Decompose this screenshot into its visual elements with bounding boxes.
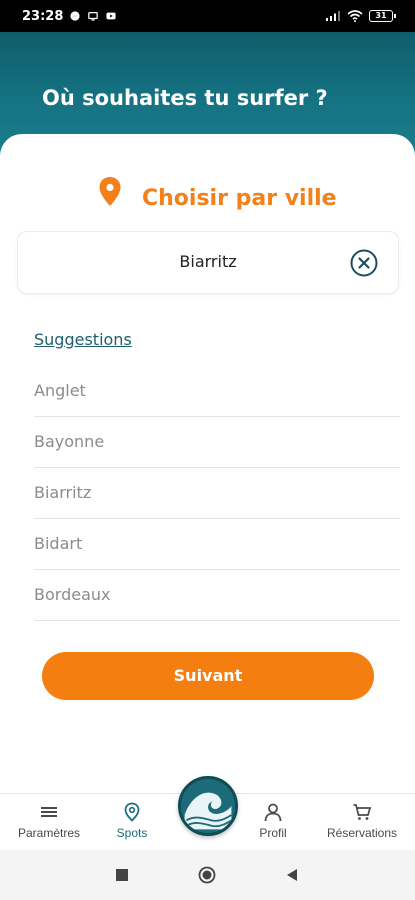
wave-logo-icon bbox=[184, 792, 232, 830]
location-pin-icon bbox=[99, 176, 121, 206]
picker-title: Choisir par ville bbox=[142, 186, 337, 211]
status-time: 23:28 bbox=[22, 8, 64, 24]
suggestion-item-bayonne[interactable]: Bayonne bbox=[34, 417, 400, 468]
page-title: Où souhaites tu surfer ? bbox=[42, 86, 328, 110]
next-button[interactable]: Suivant bbox=[42, 652, 374, 700]
battery-icon: 31 bbox=[369, 10, 396, 22]
suggestions-heading: Suggestions bbox=[34, 330, 132, 349]
screen-icon bbox=[88, 12, 99, 21]
nav-item-reservations[interactable]: Réservations bbox=[320, 802, 404, 840]
location-pin-icon bbox=[124, 802, 140, 822]
nav-item-spots[interactable]: Spots bbox=[108, 802, 156, 840]
back-icon[interactable] bbox=[285, 868, 299, 882]
wifi-icon bbox=[347, 10, 363, 22]
home-icon[interactable] bbox=[198, 866, 216, 884]
menu-icon bbox=[41, 807, 57, 817]
nav-label-spots: Spots bbox=[116, 826, 148, 840]
system-nav-bar bbox=[0, 850, 415, 900]
center-logo-button[interactable] bbox=[178, 776, 238, 836]
recents-icon[interactable] bbox=[115, 868, 129, 882]
clear-icon[interactable] bbox=[350, 249, 378, 277]
suggestions-list: Anglet Bayonne Biarritz Bidart Bordeaux bbox=[34, 366, 400, 621]
picker-heading: Choisir par ville bbox=[98, 172, 337, 211]
nav-label-parametres: Paramètres bbox=[17, 826, 81, 840]
nav-label-reservations: Réservations bbox=[326, 826, 398, 840]
city-search-input[interactable]: Biarritz bbox=[17, 231, 399, 294]
suggestion-item-anglet[interactable]: Anglet bbox=[34, 366, 400, 417]
status-left: 23:28 bbox=[22, 9, 117, 24]
nav-item-parametres[interactable]: Paramètres bbox=[12, 802, 86, 840]
suggestion-item-bidart[interactable]: Bidart bbox=[34, 519, 400, 570]
cart-icon bbox=[353, 804, 372, 820]
suggestion-item-biarritz[interactable]: Biarritz bbox=[34, 468, 400, 519]
nav-item-profil[interactable]: Profil bbox=[252, 802, 294, 840]
battery-level: 31 bbox=[375, 11, 387, 20]
person-icon bbox=[264, 803, 282, 822]
status-right: 31 bbox=[325, 10, 396, 22]
signal-icon bbox=[326, 11, 340, 21]
suggestion-item-bordeaux[interactable]: Bordeaux bbox=[34, 570, 400, 621]
messenger-icon bbox=[70, 11, 80, 21]
youtube-icon bbox=[106, 12, 116, 20]
status-bar: 23:28 31 bbox=[0, 0, 415, 32]
nav-label-profil: Profil bbox=[259, 826, 287, 840]
search-value[interactable]: Biarritz bbox=[18, 252, 398, 271]
